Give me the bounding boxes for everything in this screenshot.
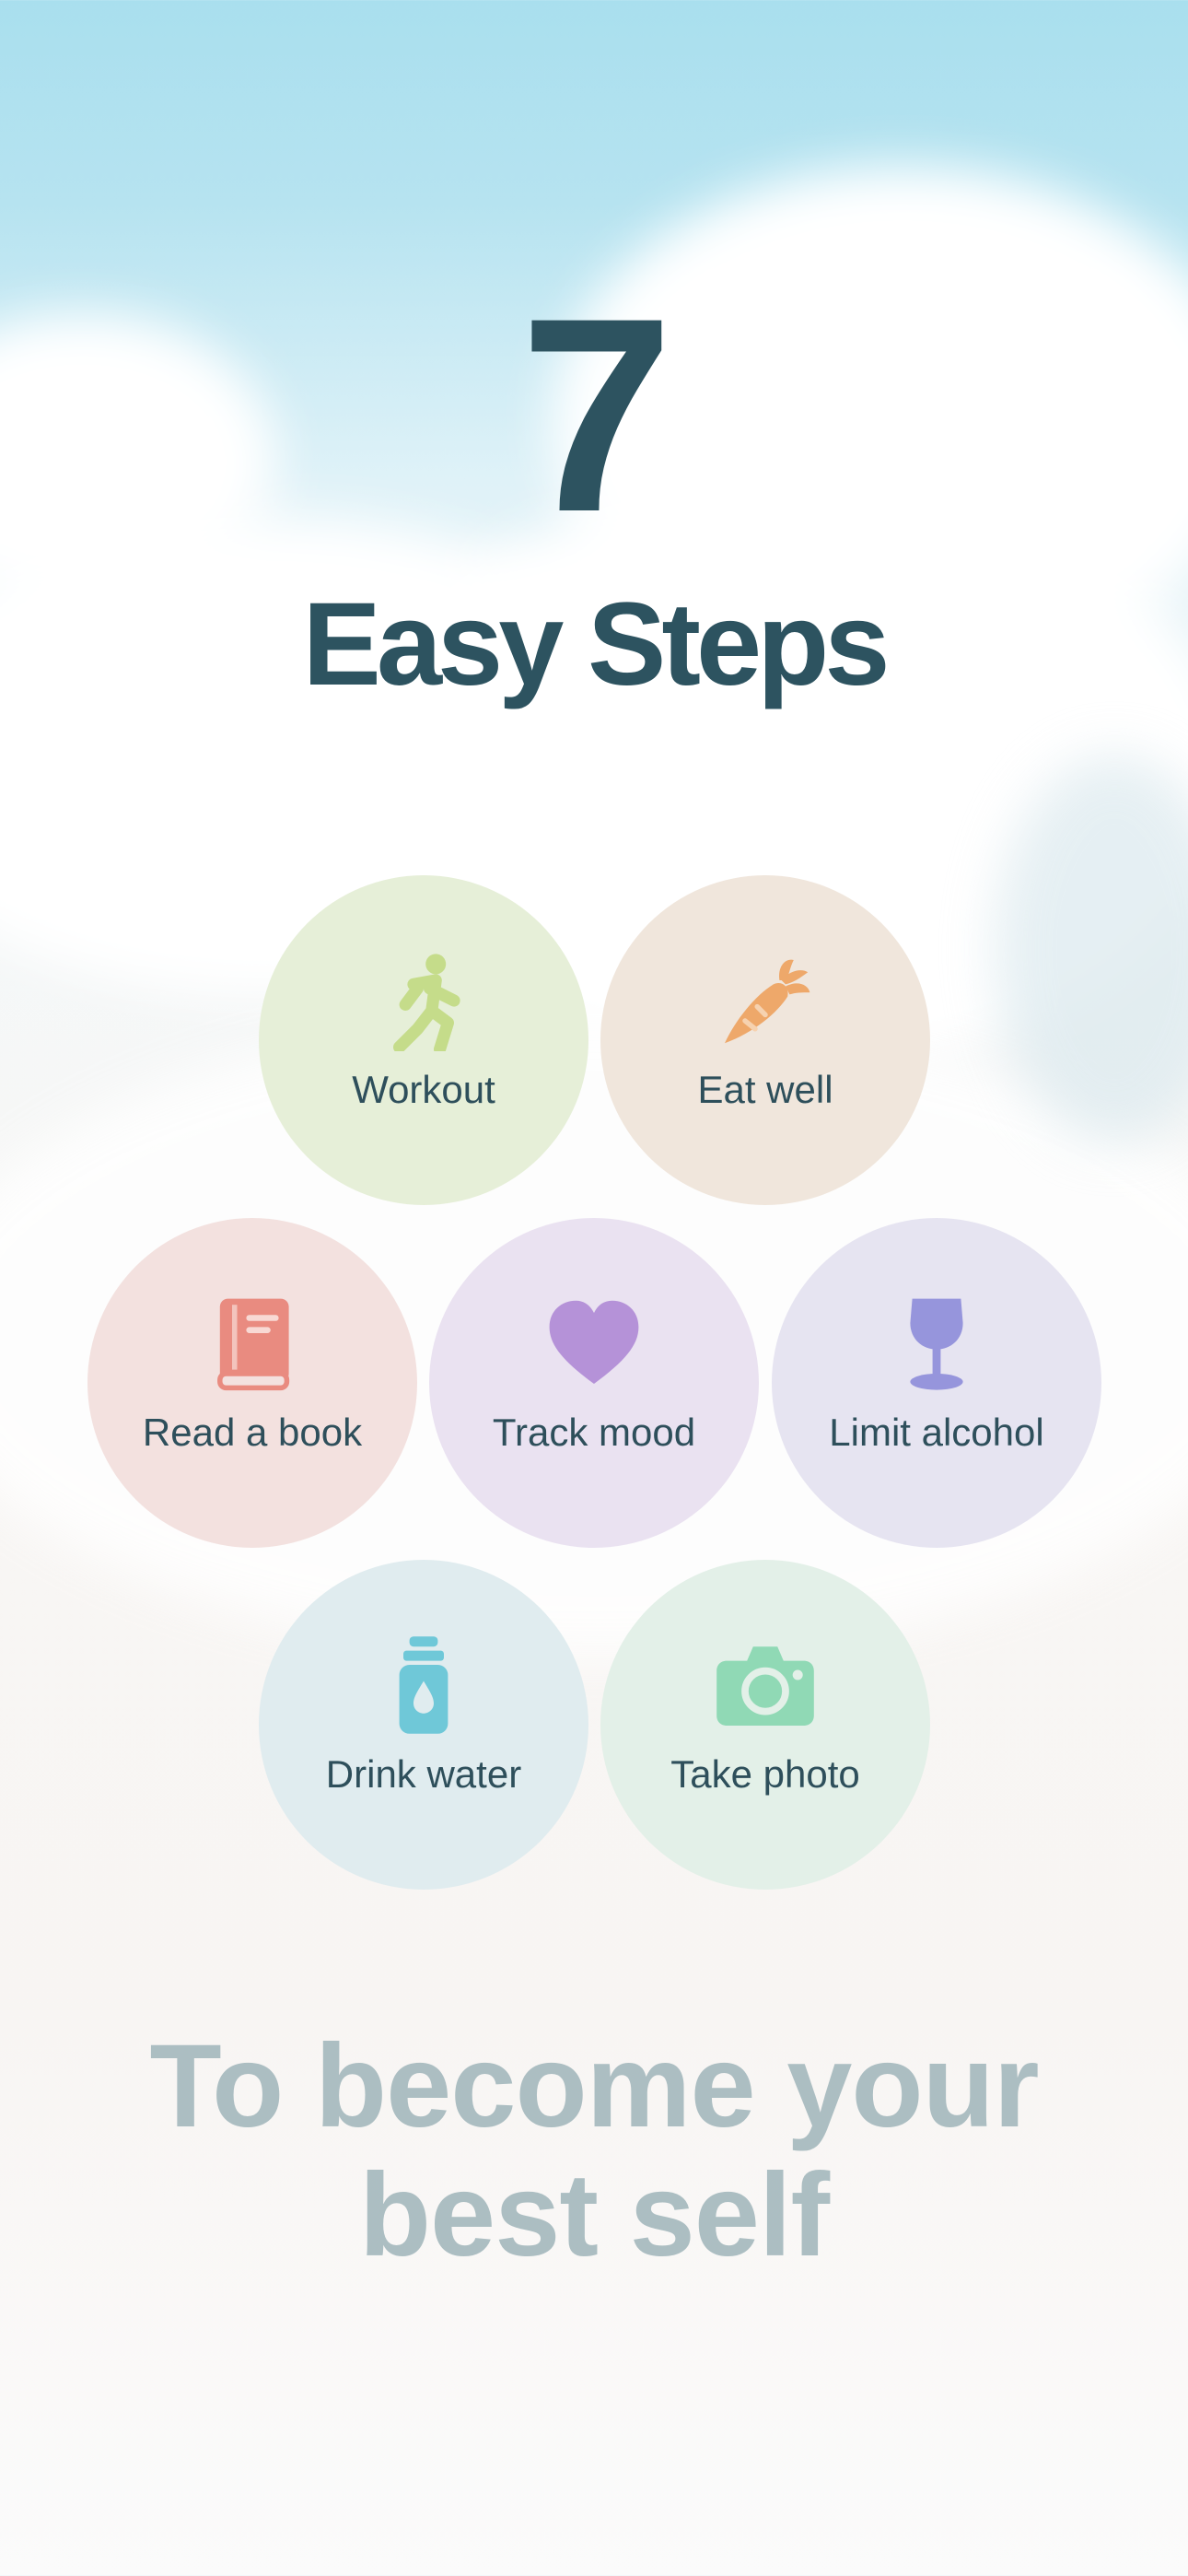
step-label: Read a book <box>142 1411 363 1454</box>
wine-glass-icon <box>910 1298 963 1390</box>
steps-count: 7 <box>519 260 674 569</box>
step-drink-water[interactable]: Drink water <box>259 1560 588 1890</box>
camera-icon <box>716 1646 814 1726</box>
step-track-mood[interactable]: Track mood <box>429 1218 759 1548</box>
water-bottle-icon <box>399 1636 448 1734</box>
step-workout[interactable]: Workout <box>259 875 588 1205</box>
book-icon <box>217 1298 290 1391</box>
step-label: Limit alcohol <box>829 1411 1044 1454</box>
step-limit-alcohol[interactable]: Limit alcohol <box>772 1218 1101 1548</box>
step-read-a-book[interactable]: Read a book <box>87 1218 417 1548</box>
heart-icon <box>549 1300 639 1384</box>
running-icon <box>393 954 460 1051</box>
step-label: Eat well <box>697 1068 833 1111</box>
hero-subtitle: Easy Steps <box>302 579 890 710</box>
step-label: Take photo <box>670 1752 860 1796</box>
step-take-photo[interactable]: Take photo <box>600 1560 930 1890</box>
step-label: Drink water <box>325 1752 522 1796</box>
tagline: To become your best self <box>0 2022 1188 2280</box>
carrot-icon <box>725 959 810 1044</box>
step-label: Track mood <box>492 1411 696 1454</box>
step-label: Workout <box>352 1068 495 1111</box>
tagline-line-1: To become your <box>149 2020 1039 2152</box>
tagline-line-2: best self <box>358 2149 830 2281</box>
hero-title: 7 Easy Steps <box>0 276 1188 709</box>
step-eat-well[interactable]: Eat well <box>600 875 930 1205</box>
